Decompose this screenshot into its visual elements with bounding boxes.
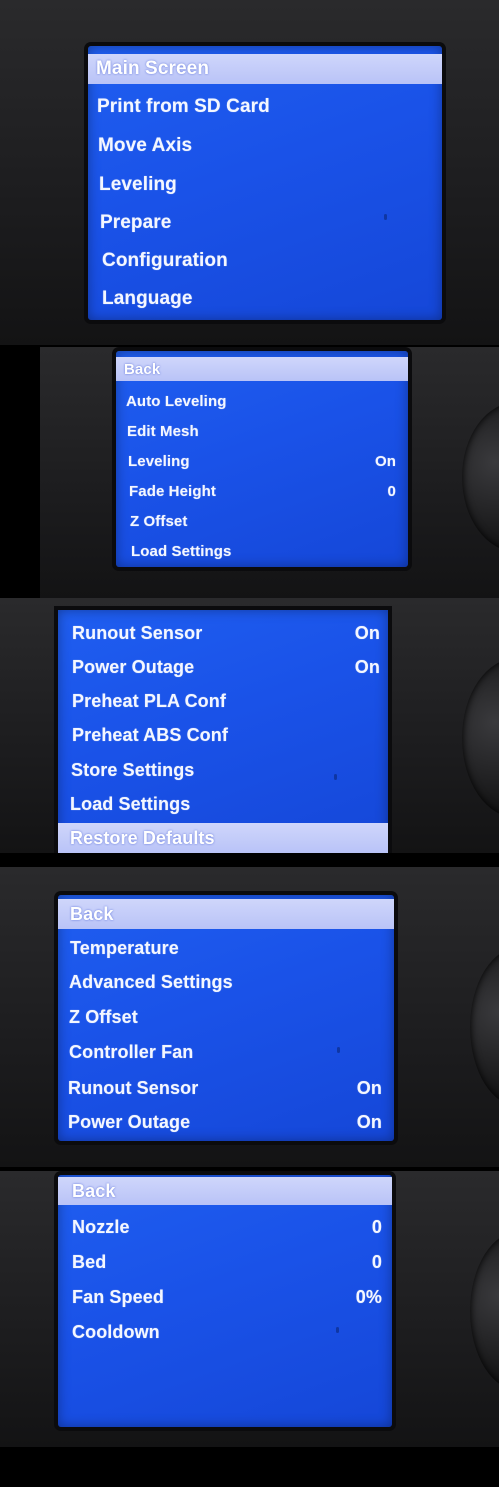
menu-item-advanced-settings[interactable]: Advanced Settings (58, 967, 394, 997)
menu-item-auto-leveling[interactable]: Auto Leveling (116, 388, 408, 414)
menu-item-main-screen[interactable]: Main Screen (88, 54, 442, 84)
menu-item-language[interactable]: Language (88, 284, 442, 314)
lcd-screen-configuration-scrolled: Runout Sensor On Power Outage On Preheat… (58, 610, 388, 853)
photo-configuration-menu: Back Temperature Advanced Settings Z Off… (0, 867, 499, 1167)
menu-item-fan-speed[interactable]: Fan Speed 0% (58, 1282, 392, 1312)
menu-item-print-from-sd[interactable]: Print from SD Card (88, 92, 442, 122)
fade-height-value: 0 (387, 482, 396, 500)
lcd-screen-main-menu: Main Screen Print from SD Card Move Axis… (88, 46, 442, 320)
menu-item-fade-height[interactable]: Fade Height 0 (116, 478, 408, 504)
menu-item-store-settings[interactable]: Store Settings (58, 755, 388, 785)
leveling-value: On (374, 452, 396, 470)
menu-item-z-offset[interactable]: Z Offset (116, 508, 408, 534)
frame-gap (0, 1447, 499, 1487)
menu-item-restore-defaults[interactable]: Restore Defaults (58, 823, 388, 853)
menu-item-z-offset[interactable]: Z Offset (58, 1002, 394, 1032)
menu-item-cooldown[interactable]: Cooldown (58, 1317, 392, 1347)
lcd-screen-temperature-menu: Back Nozzle 0 Bed 0 Fan Speed 0% Cooldow… (58, 1175, 392, 1427)
menu-item-power-outage[interactable]: Power Outage On (58, 1107, 394, 1137)
nozzle-temp-value: 0 (371, 1216, 382, 1237)
menu-item-edit-mesh[interactable]: Edit Mesh (116, 418, 408, 444)
power-outage-value: On (356, 1111, 382, 1132)
menu-item-controller-fan[interactable]: Controller Fan (58, 1037, 394, 1067)
menu-item-prepare[interactable]: Prepare (88, 208, 442, 238)
frame-edge-left (0, 347, 40, 598)
menu-item-runout-sensor[interactable]: Runout Sensor On (58, 618, 388, 648)
runout-sensor-value: On (356, 1077, 382, 1098)
photo-main-menu: Main Screen Print from SD Card Move Axis… (0, 0, 499, 345)
menu-item-leveling[interactable]: Leveling (88, 170, 442, 200)
screen-speck (337, 1047, 340, 1053)
menu-item-configuration[interactable]: Configuration (88, 246, 442, 276)
menu-item-load-settings[interactable]: Load Settings (116, 538, 408, 564)
photo-leveling-menu: Back Auto Leveling Edit Mesh Leveling On… (0, 347, 499, 598)
menu-item-nozzle[interactable]: Nozzle 0 (58, 1212, 392, 1242)
power-outage-value: On (354, 656, 380, 677)
lcd-screen-configuration-menu: Back Temperature Advanced Settings Z Off… (58, 895, 394, 1141)
photo-configuration-scrolled: Runout Sensor On Power Outage On Preheat… (0, 598, 499, 853)
menu-item-bed[interactable]: Bed 0 (58, 1247, 392, 1277)
menu-item-preheat-pla[interactable]: Preheat PLA Conf (58, 686, 388, 716)
fan-speed-value: 0% (355, 1286, 382, 1307)
menu-item-preheat-abs[interactable]: Preheat ABS Conf (58, 720, 388, 750)
menu-item-runout-sensor[interactable]: Runout Sensor On (58, 1073, 394, 1103)
frame-gap (0, 853, 499, 867)
screen-speck (334, 774, 337, 780)
menu-item-temperature[interactable]: Temperature (58, 933, 394, 963)
runout-sensor-value: On (354, 622, 380, 643)
screen-speck (384, 214, 387, 220)
menu-item-move-axis[interactable]: Move Axis (88, 131, 442, 161)
menu-item-load-settings[interactable]: Load Settings (58, 789, 388, 819)
menu-item-back[interactable]: Back (116, 357, 408, 381)
lcd-screen-leveling-menu: Back Auto Leveling Edit Mesh Leveling On… (116, 351, 408, 567)
menu-item-back[interactable]: Back (58, 899, 394, 929)
menu-item-back[interactable]: Back (58, 1177, 392, 1205)
menu-item-power-outage[interactable]: Power Outage On (58, 652, 388, 682)
menu-item-leveling-toggle[interactable]: Leveling On (116, 448, 408, 474)
screen-speck (336, 1327, 339, 1333)
bed-temp-value: 0 (371, 1251, 382, 1272)
photo-temperature-menu: Back Nozzle 0 Bed 0 Fan Speed 0% Cooldow… (0, 1171, 499, 1447)
